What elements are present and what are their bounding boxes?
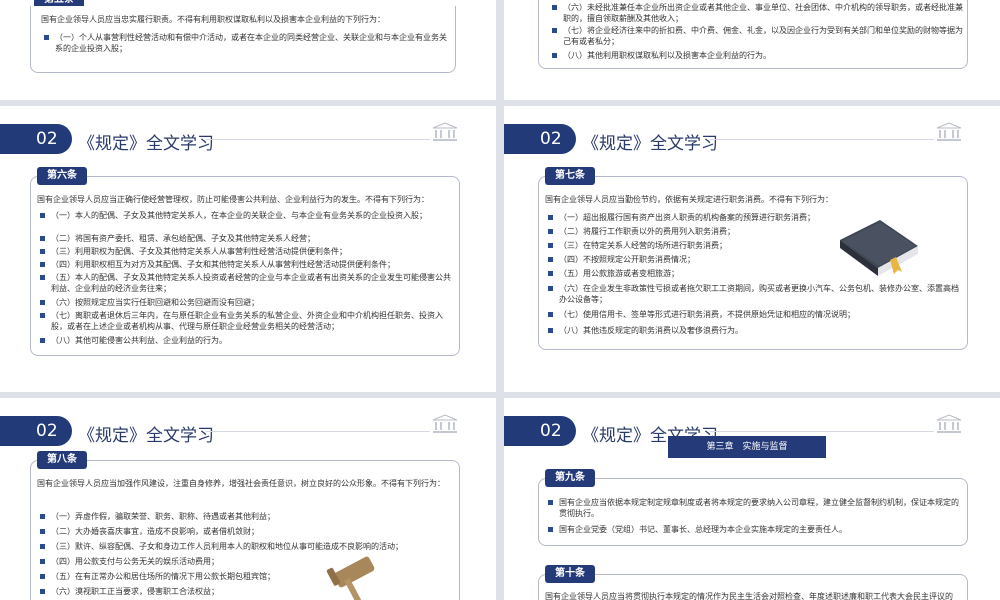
article-intro: 国有企业领导人员应当勤俭节约，依据有关规定进行职务消费。不得有下列行为： [545, 195, 833, 204]
slide-2[interactable]: （六）未经批准兼任本企业所出资企业或者其他企业、事业单位、社会团体、中介机构的领… [504, 0, 1000, 100]
header-line [710, 431, 934, 432]
list-item: （六）按照规定应当实行任职回避和公务回避而没有回避； [39, 297, 455, 308]
gavel-icon [326, 556, 375, 600]
building-icon [432, 414, 458, 433]
article-card: 第十条 国有企业领导人员应当将贯彻执行本规定的情况作为民主生活会对照检查、年度述… [538, 565, 968, 600]
building-icon [936, 414, 962, 433]
section-number: 02 [36, 129, 58, 149]
list-item: （六）未经批准兼任本企业所出资企业或者其他企业、事业单位、社会团体、中介机构的领… [551, 2, 963, 24]
article-tab: 第九条 [545, 469, 595, 487]
slide-5[interactable]: 02 《规定》全文学习 第八条 国有企业领导人员应当加强作风建设，注重自身修养，… [0, 398, 496, 600]
list-item: （四）用公款支付与公务无关的娱乐活动费用； [39, 556, 351, 567]
list-item: 国有企业党委（党组）书记、董事长、总经理为本企业实施本规定的主要责任人。 [547, 524, 963, 535]
article-tab: 第八条 [37, 451, 87, 469]
list-item: （五）在有正常办公和居住场所的情况下用公款长期包租宾馆； [39, 571, 351, 582]
list-item: （一）弄虚作假，骗取荣誉、职务、职称、待遇或者其他利益； [39, 511, 455, 522]
section-title: 《规定》全文学习 [78, 426, 214, 446]
header-line [206, 139, 430, 140]
slide-1[interactable]: 第五条 国有企业领导人员应当忠实履行职责。不得有利用职权谋取私利以及损害本企业利… [0, 0, 496, 100]
list-item: （二）将国有资产委托、租赁、承包给配偶、子女及其他特定关系人经营； [39, 233, 455, 244]
list-item: （八）其他利用职权谋取私利以及损害本企业利益的行为。 [551, 50, 963, 61]
list-item: （二）将履行工作职责以外的费用列入职务消费； [547, 226, 841, 237]
list-item: （五）本人的配偶、子女及其他特定关系人投资或者经营的企业与本企业或者有出资关系的… [39, 272, 455, 294]
list-item: （三）在特定关系人经营的场所进行职务消费； [547, 240, 841, 251]
list-item: （六）在企业发生非政策性亏损或者拖欠职工工资期间，购买或者更换小汽车、公务包机、… [547, 283, 963, 305]
section-header: 02 《规定》全文学习 [0, 416, 240, 446]
slide-1-card: 国有企业领导人员应当忠实履行职责。不得有利用职权谋取私利以及损害本企业利益的下列… [30, 6, 456, 73]
list-item: （七）使用信用卡、签单等形式进行职务消费，不提供原始凭证和相应的情况说明； [547, 309, 963, 320]
list-item: （八）其他违反规定的职务消费以及奢侈浪费行为。 [547, 325, 963, 336]
chapter-banner: 第三章 实施与监督 [668, 436, 826, 458]
list-item: （七）离职或者退休后三年内，在与原任职企业有业务关系的私营企业、外资企业和中介机… [39, 310, 455, 332]
section-title: 《规定》全文学习 [78, 134, 214, 154]
section-header: 02 《规定》全文学习 [504, 124, 744, 154]
header-line [206, 431, 430, 432]
article-intro: 国有企业领导人员应当加强作风建设，注重自身修养，增强社会责任意识，树立良好的公众… [37, 479, 445, 488]
list-item: （三）默许、纵容配偶、子女和身边工作人员利用本人的职权和地位从事可能造成不良影响… [39, 541, 455, 552]
article-card: 第九条 国有企业应当依据本规定制定规章制度或者将本规定的要求纳入公司章程，建立健… [538, 469, 968, 546]
slide-3[interactable]: 02 《规定》全文学习 第六条 国有企业领导人员应当正确行使经营管理权，防止可能… [0, 106, 496, 392]
book-icon [840, 220, 918, 276]
section-number: 02 [540, 421, 562, 441]
header-line [710, 139, 934, 140]
slide-4[interactable]: 02 《规定》全文学习 第七条 国有企业领导人员应当勤俭节约，依据有关规定进行职… [504, 106, 1000, 392]
list-item: 国有企业应当依据本规定制定规章制度或者将本规定的要求纳入公司章程，建立健全监督制… [547, 497, 963, 519]
article-intro: 国有企业领导人员应当将贯彻执行本规定的情况作为民主生活会对照检查、年度述职述廉和… [545, 592, 953, 600]
slide-6[interactable]: 02 《规定》全文学习 第三章 实施与监督 第九条 国有企业应当依据本规定制定规… [504, 398, 1000, 600]
list-item: （一）本人的配偶、子女及其他特定关系人，在本企业的关联企业、与本企业有业务关系的… [39, 210, 455, 221]
slide-1-paragraph: 国有企业领导人员应当忠实履行职责。不得有利用职权谋取私利以及损害本企业利益的下列… [41, 15, 385, 24]
list-item: （一）个人从事营利性经营活动和有偿中介活动，或者在本企业的同类经营企业、关联企业… [43, 32, 453, 54]
list-item: （八）其他可能侵害公共利益、企业利益的行为。 [39, 335, 455, 346]
section-number: 02 [36, 421, 58, 441]
article-card: 第六条 国有企业领导人员应当正确行使经营管理权，防止可能侵害公共利益、企业利益行… [30, 167, 460, 356]
list-item: （四）利用职权相互为对方及其配偶、子女和其他特定关系人从事营利性经营活动提供便利… [39, 259, 455, 270]
building-icon [432, 122, 458, 141]
section-title: 《规定》全文学习 [582, 134, 718, 154]
section-header: 02 《规定》全文学习 [0, 124, 240, 154]
building-icon [936, 122, 962, 141]
article-tab: 第七条 [545, 167, 595, 185]
article-tab: 第六条 [37, 167, 87, 185]
article-intro: 国有企业领导人员应当正确行使经营管理权，防止可能侵害公共利益、企业利益行为的发生… [37, 195, 429, 204]
list-item: （七）将企业经济往来中的折扣费、中介费、佣金、礼金，以及因企业行为受到有关部门和… [551, 25, 963, 47]
article-card: 第八条 国有企业领导人员应当加强作风建设，注重自身修养，增强社会责任意识，树立良… [30, 451, 460, 600]
list-item: （五）用公款旅游或者变相旅游； [547, 268, 841, 279]
article-tab: 第十条 [545, 565, 595, 583]
list-item: （六）漠视职工正当要求，侵害职工合法权益； [39, 586, 351, 597]
list-item: （三）利用职权为配偶、子女及其他特定关系人从事营利性经营活动提供便利条件； [39, 246, 455, 257]
slide-2-card: （六）未经批准兼任本企业所出资企业或者其他企业、事业单位、社会团体、中介机构的领… [538, 0, 968, 69]
list-item: （一）超出报履行国有资产出资人职责的机构备案的预算进行职务消费； [547, 212, 841, 223]
list-item: （二）大办婚丧喜庆事宜，造成不良影响，或者借机敛财； [39, 526, 455, 537]
list-item: （四）不按照规定公开职务消费情况； [547, 254, 841, 265]
section-number: 02 [540, 129, 562, 149]
